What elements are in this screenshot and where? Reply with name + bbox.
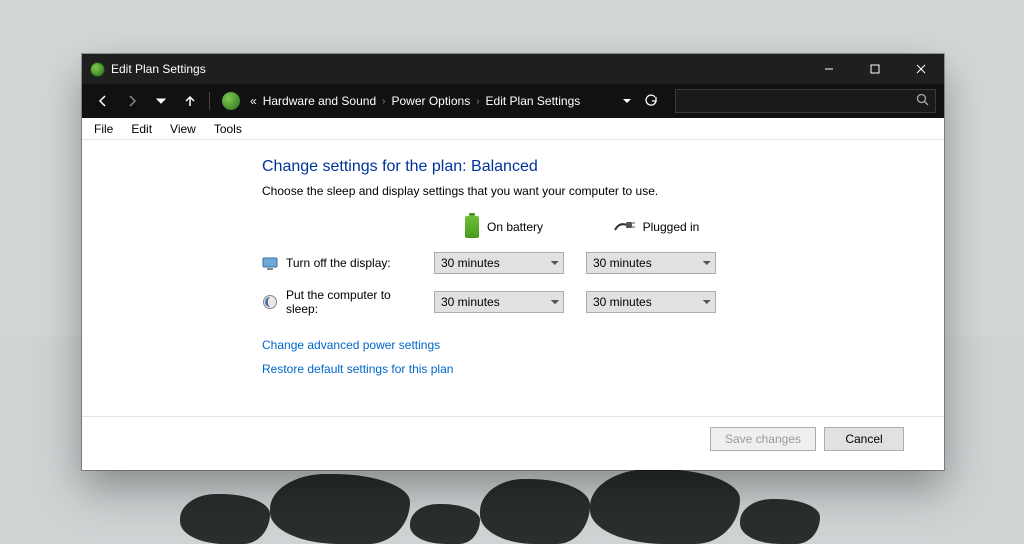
minimize-button[interactable] (806, 54, 852, 84)
close-button[interactable] (898, 54, 944, 84)
breadcrumb-item[interactable]: Hardware and Sound (263, 94, 376, 108)
address-bar: « Hardware and Sound › Power Options › E… (82, 84, 944, 118)
display-icon (262, 255, 278, 271)
search-icon (916, 93, 929, 109)
breadcrumb-item[interactable]: Power Options (391, 94, 470, 108)
recent-locations-button[interactable] (149, 88, 174, 114)
sleep-plugged-select[interactable]: 30 minutes (586, 291, 716, 313)
sleep-icon (262, 294, 278, 310)
menu-file[interactable]: File (86, 120, 121, 138)
nav-up-button[interactable] (178, 88, 203, 114)
breadcrumb-dropdown[interactable] (620, 96, 634, 106)
cancel-button[interactable]: Cancel (824, 427, 904, 451)
breadcrumb-item[interactable]: Edit Plan Settings (486, 94, 581, 108)
refresh-button[interactable] (638, 88, 663, 114)
column-header-plugged: Plugged in (586, 220, 726, 234)
nav-forward-button[interactable] (119, 88, 144, 114)
page-heading: Change settings for the plan: Balanced (262, 158, 904, 176)
restore-defaults-link[interactable]: Restore default settings for this plan (262, 362, 904, 376)
maximize-button[interactable] (852, 54, 898, 84)
chevron-right-icon[interactable]: › (476, 96, 479, 107)
breadcrumb[interactable]: « Hardware and Sound › Power Options › E… (216, 92, 586, 110)
footer: Save changes Cancel (82, 416, 944, 470)
menu-tools[interactable]: Tools (206, 120, 250, 138)
row-label-display: Turn off the display: (262, 255, 422, 271)
battery-icon (465, 216, 479, 238)
row-label-sleep: Put the computer to sleep: (262, 288, 422, 316)
search-input[interactable] (675, 89, 936, 113)
column-header-battery: On battery (434, 216, 574, 238)
window-title: Edit Plan Settings (111, 62, 206, 76)
page-subheading: Choose the sleep and display settings th… (262, 184, 904, 198)
display-battery-select[interactable]: 30 minutes (434, 252, 564, 274)
menu-view[interactable]: View (162, 120, 204, 138)
plug-icon (613, 220, 635, 234)
menu-edit[interactable]: Edit (123, 120, 160, 138)
menu-bar: File Edit View Tools (82, 118, 944, 140)
chevron-right-icon[interactable]: › (382, 96, 385, 107)
content-area: Change settings for the plan: Balanced C… (82, 140, 944, 416)
sleep-battery-select[interactable]: 30 minutes (434, 291, 564, 313)
title-bar[interactable]: Edit Plan Settings (82, 54, 944, 84)
edit-plan-settings-window: Edit Plan Settings (82, 54, 944, 470)
control-panel-icon (222, 92, 240, 110)
advanced-settings-link[interactable]: Change advanced power settings (262, 338, 904, 352)
app-icon (90, 62, 105, 77)
breadcrumb-prefix: « (250, 94, 257, 108)
display-plugged-select[interactable]: 30 minutes (586, 252, 716, 274)
save-button[interactable]: Save changes (710, 427, 816, 451)
nav-back-button[interactable] (90, 88, 115, 114)
